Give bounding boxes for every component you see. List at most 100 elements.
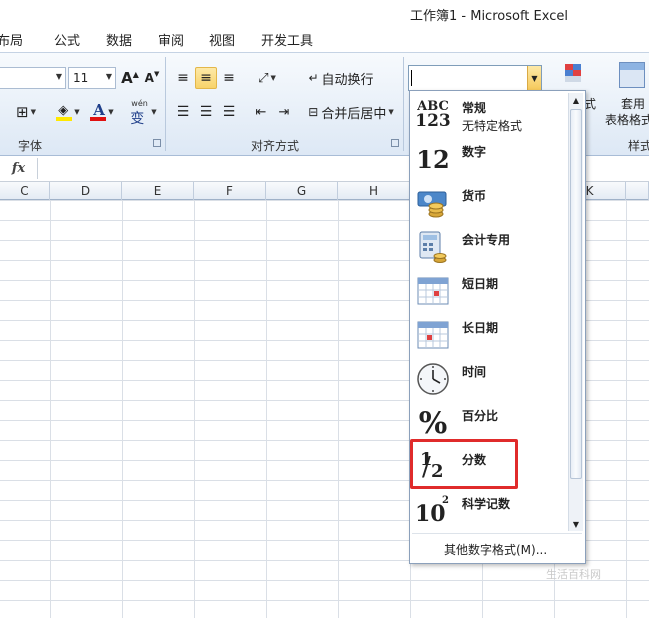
format-as-table-button[interactable] bbox=[616, 59, 648, 91]
column-header-c[interactable]: C bbox=[0, 182, 50, 200]
increase-indent-button[interactable]: ⇥ bbox=[274, 101, 294, 123]
abc-123-icon: ABC 123 bbox=[415, 99, 451, 131]
font-color-icon: A bbox=[90, 101, 107, 121]
format-item-long-date[interactable]: 长日期 bbox=[410, 313, 568, 357]
fill-color-icon: ◈ bbox=[56, 103, 73, 121]
align-center-button[interactable]: ☰ bbox=[196, 101, 216, 123]
format-item-time[interactable]: 时间 bbox=[410, 357, 568, 401]
grid-column-line bbox=[626, 200, 627, 618]
format-item-currency[interactable]: 货币 bbox=[410, 181, 568, 225]
wrap-text-icon: ↵ bbox=[308, 71, 319, 85]
format-item-scientific[interactable]: 10 2 科学记数 bbox=[410, 489, 568, 533]
alignment-dialog-launcher-icon[interactable] bbox=[391, 139, 399, 147]
grid-column-line bbox=[50, 200, 51, 618]
tab-formulas[interactable]: 公式 bbox=[54, 30, 80, 49]
title-bar: 工作簿1 - Microsoft Excel bbox=[0, 0, 649, 26]
tab-view[interactable]: 视图 bbox=[209, 30, 235, 49]
format-item-title: 数字 bbox=[462, 145, 487, 159]
column-header-h[interactable]: H bbox=[338, 182, 410, 200]
format-item-title: 会计专用 bbox=[462, 233, 511, 247]
format-item-title: 短日期 bbox=[462, 277, 499, 291]
align-bottom-icon: ≡ bbox=[223, 70, 235, 86]
conditional-format-icon bbox=[563, 62, 589, 88]
short-date-icon bbox=[415, 273, 451, 309]
scroll-up-icon[interactable]: ▲ bbox=[569, 93, 583, 107]
merge-center-label: 合并后居中 bbox=[321, 106, 387, 122]
align-left-icon: ☰ bbox=[176, 104, 190, 120]
font-size-combo[interactable]: 11 ▼ bbox=[68, 67, 116, 89]
column-header-g[interactable]: G bbox=[266, 182, 338, 200]
format-item-general[interactable]: ABC 123 常规 无特定格式 bbox=[410, 93, 568, 137]
column-header-d[interactable]: D bbox=[50, 182, 122, 200]
long-date-icon bbox=[415, 317, 451, 353]
text-caret bbox=[411, 70, 412, 86]
shrink-font-button[interactable]: A ▼ bbox=[143, 67, 161, 89]
column-header-f[interactable]: F bbox=[194, 182, 266, 200]
dropdown-scrollbar[interactable]: ▲ ▼ bbox=[568, 93, 583, 531]
align-top-button[interactable]: ≡ bbox=[173, 67, 193, 89]
font-size-value: 11 bbox=[73, 71, 89, 85]
scientific-icon: 10 2 bbox=[415, 495, 449, 527]
format-item-accounting[interactable]: 会计专用 bbox=[410, 225, 568, 269]
align-bottom-button[interactable]: ≡ bbox=[219, 67, 239, 89]
tab-review[interactable]: 审阅 bbox=[158, 30, 184, 49]
accounting-icon bbox=[415, 229, 451, 265]
orientation-button[interactable]: ⤢ ▼ bbox=[252, 67, 282, 89]
format-item-subtitle: 无特定格式 bbox=[462, 119, 523, 133]
format-item-title: 科学记数 bbox=[462, 497, 511, 511]
phonetic-icon: wén 变 bbox=[130, 99, 148, 127]
font-color-button[interactable]: A ▼ bbox=[86, 101, 118, 123]
styles-group-label: 样式 bbox=[628, 139, 649, 153]
format-as-table-label-2: 表格格式 bbox=[605, 113, 649, 127]
grid-column-line bbox=[266, 200, 267, 618]
font-dialog-launcher-icon[interactable] bbox=[153, 139, 161, 147]
align-right-button[interactable]: ☰ bbox=[219, 101, 239, 123]
format-item-title: 长日期 bbox=[462, 321, 499, 335]
fill-color-button[interactable]: ◈ ▼ bbox=[52, 101, 84, 123]
align-center-icon: ☰ bbox=[199, 104, 213, 120]
shrink-font-icon: A bbox=[144, 71, 154, 85]
insert-function-button[interactable]: fx bbox=[0, 158, 38, 179]
format-item-title: 常规 bbox=[462, 101, 487, 115]
ribbon-tabs: 布局 公式 数据 审阅 视图 开发工具 bbox=[0, 26, 649, 52]
orientation-icon: ⤢ bbox=[258, 70, 269, 86]
wrap-text-label: 自动换行 bbox=[321, 72, 374, 88]
phonetic-guide-button[interactable]: wén 变 ▼ bbox=[126, 97, 160, 127]
font-name-combo[interactable]: ▼ bbox=[0, 67, 66, 89]
wrap-text-button[interactable]: ↵ 自动换行 bbox=[305, 67, 377, 89]
align-right-icon: ☰ bbox=[222, 104, 236, 120]
fx-icon: fx bbox=[11, 161, 26, 176]
align-top-icon: ≡ bbox=[177, 70, 189, 86]
borders-icon: ⊞ bbox=[16, 103, 29, 121]
column-header-l[interactable] bbox=[626, 182, 649, 200]
borders-button[interactable]: ⊞ ▼ bbox=[10, 101, 42, 123]
watermark-text: 生活百科网 bbox=[546, 568, 601, 581]
align-left-button[interactable]: ☰ bbox=[173, 101, 193, 123]
number-format-dropdown-button[interactable]: ▼ bbox=[527, 66, 541, 90]
percent-icon: % bbox=[418, 405, 448, 441]
grow-font-button[interactable]: A ▲ bbox=[120, 67, 140, 89]
tab-page-layout[interactable]: 布局 bbox=[0, 30, 23, 49]
scroll-down-icon[interactable]: ▼ bbox=[569, 517, 583, 531]
number-format-combo[interactable]: ▼ bbox=[408, 65, 542, 91]
conditional-format-button[interactable] bbox=[560, 59, 592, 91]
table-style-icon bbox=[619, 62, 645, 88]
format-item-title: 货币 bbox=[462, 189, 487, 203]
chevron-down-icon: ▼ bbox=[531, 73, 538, 83]
tab-data[interactable]: 数据 bbox=[106, 30, 132, 49]
number-12-icon: 12 bbox=[416, 144, 450, 174]
column-header-e[interactable]: E bbox=[122, 182, 194, 200]
scrollbar-thumb[interactable] bbox=[570, 109, 582, 479]
format-as-table-label-1: 套用 bbox=[621, 97, 646, 111]
merge-center-button[interactable]: ⊟ 合并后居中 ▼ bbox=[305, 101, 397, 123]
group-divider bbox=[165, 57, 166, 151]
tab-developer[interactable]: 开发工具 bbox=[261, 30, 313, 49]
format-item-number[interactable]: 12 数字 bbox=[410, 137, 568, 181]
more-number-formats-link[interactable]: 其他数字格式(M)... bbox=[444, 541, 547, 558]
alignment-group-label: 对齐方式 bbox=[251, 139, 300, 153]
group-divider bbox=[403, 57, 404, 151]
format-item-short-date[interactable]: 短日期 bbox=[410, 269, 568, 313]
align-middle-button[interactable]: ≡ bbox=[195, 67, 217, 89]
decrease-indent-button[interactable]: ⇤ bbox=[251, 101, 271, 123]
format-item-title: 百分比 bbox=[462, 409, 499, 423]
